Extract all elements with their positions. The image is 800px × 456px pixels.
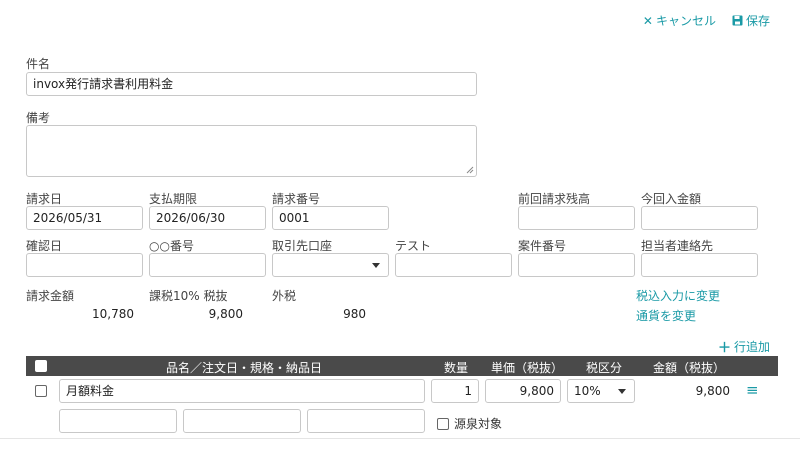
previous-balance-input[interactable] xyxy=(518,206,635,230)
remarks-textarea[interactable] xyxy=(26,125,477,177)
external-tax-value: 980 xyxy=(343,307,366,321)
header-tax-class: 税区分 xyxy=(586,361,623,375)
close-icon: ✕ xyxy=(642,13,653,28)
add-row-button[interactable]: ＋ 行追加 xyxy=(718,337,770,356)
invoice-amount-label: 請求金額 xyxy=(26,289,75,303)
external-tax-label: 外税 xyxy=(272,289,297,303)
subject-input[interactable]: invox発行請求書利用料金 xyxy=(26,72,477,96)
plus-icon: ＋ xyxy=(717,341,731,356)
confirm-date-label: 確認日 xyxy=(26,239,63,253)
unit-price-input[interactable]: 9,800 xyxy=(485,379,561,403)
withholding-checkbox-group[interactable]: 源泉対象 xyxy=(437,415,502,432)
add-row-label: 行追加 xyxy=(733,340,770,354)
oo-number-input[interactable] xyxy=(149,253,266,277)
case-number-label: 案件番号 xyxy=(518,239,567,253)
cancel-label: キャンセル xyxy=(655,14,716,28)
spec-input[interactable] xyxy=(183,409,301,433)
header-amount: 金額（税抜） xyxy=(653,361,726,375)
invoice-amount-value: 10,780 xyxy=(92,307,134,321)
row-checkbox[interactable] xyxy=(35,385,47,397)
order-date-input[interactable] xyxy=(59,409,177,433)
due-date-label: 支払期限 xyxy=(149,192,198,206)
header-unit-price: 単価（税抜） xyxy=(491,361,564,375)
withholding-label: 源泉対象 xyxy=(454,417,503,431)
received-amount-label: 今回入金額 xyxy=(641,192,702,206)
withholding-checkbox[interactable] xyxy=(437,417,449,430)
invoice-number-input[interactable]: 0001 xyxy=(272,206,389,230)
chevron-down-icon xyxy=(618,389,626,394)
quantity-input[interactable]: 1 xyxy=(431,379,479,403)
bank-account-label: 取引先口座 xyxy=(272,239,333,253)
item-name-input[interactable]: 月額料金 xyxy=(59,379,425,403)
switch-tax-inclusive-link[interactable]: 税込入力に変更 xyxy=(636,287,720,304)
taxable-label: 課税10% 税抜 xyxy=(149,289,228,303)
case-number-input[interactable] xyxy=(518,253,635,277)
due-date-input[interactable]: 2026/06/30 xyxy=(149,206,266,230)
invoice-date-label: 請求日 xyxy=(26,192,63,206)
subject-label: 件名 xyxy=(26,57,51,71)
save-button[interactable]: 保存 xyxy=(732,12,770,29)
contact-input[interactable] xyxy=(641,253,758,277)
contact-label: 担当者連絡先 xyxy=(641,239,714,253)
divider xyxy=(0,438,800,439)
row-amount: 9,800 xyxy=(695,384,730,398)
delivery-date-input[interactable] xyxy=(307,409,425,433)
oo-number-label: ○○番号 xyxy=(149,239,194,253)
test-input[interactable] xyxy=(395,253,512,277)
confirm-date-input[interactable] xyxy=(26,253,143,277)
test-label: テスト xyxy=(395,239,432,253)
floppy-icon xyxy=(732,15,743,26)
remarks-label: 備考 xyxy=(26,111,51,125)
invoice-number-label: 請求番号 xyxy=(272,192,321,206)
chevron-down-icon xyxy=(372,263,380,268)
tax-class-select[interactable]: 10% xyxy=(567,379,635,403)
resize-handle-icon[interactable] xyxy=(466,166,474,174)
table-header: 品名／注文日・規格・納品日 数量 単価（税抜） 税区分 金額（税抜） xyxy=(26,356,778,376)
invoice-date-input[interactable]: 2026/05/31 xyxy=(26,206,143,230)
cancel-button[interactable]: ✕ キャンセル xyxy=(643,12,716,29)
change-currency-link[interactable]: 通貨を変更 xyxy=(636,307,696,324)
tax-class-value: 10% xyxy=(574,384,601,398)
bank-account-select[interactable] xyxy=(272,253,389,277)
previous-balance-label: 前回請求残高 xyxy=(518,192,591,206)
save-label: 保存 xyxy=(745,14,770,28)
taxable-value: 9,800 xyxy=(208,307,243,321)
received-amount-input[interactable] xyxy=(641,206,758,230)
select-all-checkbox[interactable] xyxy=(35,360,47,372)
header-quantity: 数量 xyxy=(444,361,469,375)
header-item: 品名／注文日・規格・納品日 xyxy=(166,361,323,375)
row-menu-icon[interactable]: ≡ xyxy=(746,381,759,399)
table-row: 月額料金 1 9,800 10% 9,800 ≡ 源泉対象 xyxy=(26,376,778,439)
toolbar: ✕ キャンセル 保存 xyxy=(643,12,770,29)
